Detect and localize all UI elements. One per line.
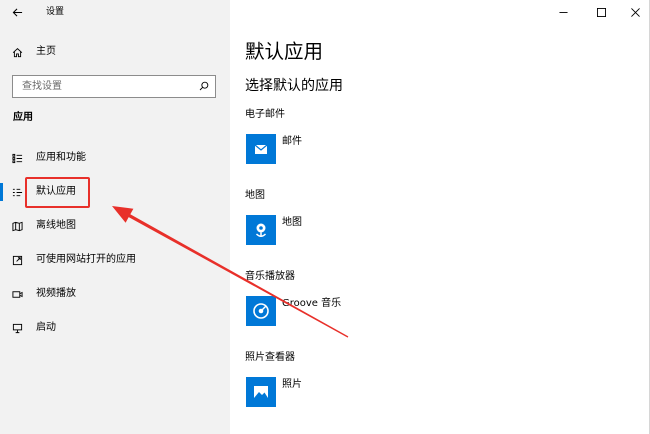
mail-icon (254, 144, 268, 154)
search-input[interactable] (13, 76, 215, 97)
default-app-email-button[interactable]: 邮件 (246, 134, 446, 164)
app-tile (246, 215, 276, 245)
startup-icon (12, 323, 23, 333)
home-icon (12, 47, 23, 57)
back-button[interactable] (7, 3, 27, 21)
sidebar: 设置 主页 应用 应用和功能 (0, 0, 230, 434)
category-photo-viewer: 照片查看器 照片 (245, 350, 635, 431)
video-playback-icon (12, 290, 23, 298)
sidebar-item-label: 可使用网站打开的应用 (36, 254, 136, 265)
window-title: 设置 (46, 7, 65, 17)
default-app-music-button[interactable]: Groove 音乐 (246, 296, 446, 326)
maps-icon (255, 223, 267, 237)
category-email: 电子邮件 邮件 (245, 107, 635, 188)
apps-for-websites-icon (12, 255, 23, 265)
search-icon[interactable] (199, 81, 209, 91)
maximize-icon (596, 7, 606, 17)
app-tile (246, 377, 276, 407)
category-music-player: 音乐播放器 Groove 音乐 (245, 269, 635, 350)
sidebar-item-label: 主页 (36, 46, 56, 57)
annotation-highlight-box (25, 177, 90, 208)
settings-window: 设置 主页 应用 应用和功能 (0, 0, 650, 434)
sidebar-item-offline-maps[interactable]: 离线地图 (0, 209, 230, 243)
search-box[interactable] (12, 75, 216, 98)
page-title: 默认应用 (245, 40, 324, 63)
app-tile (246, 134, 276, 164)
sidebar-item-label: 离线地图 (36, 220, 76, 231)
section-title: 应用 (13, 112, 33, 123)
default-apps-icon (12, 188, 23, 196)
close-button[interactable] (621, 0, 649, 24)
app-tile (246, 296, 276, 326)
sidebar-item-label: 应用和功能 (36, 152, 86, 163)
photos-icon (254, 386, 268, 398)
page-subtitle: 选择默认的应用 (245, 78, 343, 94)
app-name: 地图 (282, 217, 302, 228)
sidebar-item-home[interactable]: 主页 (0, 42, 230, 62)
offline-maps-icon (12, 221, 23, 231)
category-heading: 电子邮件 (245, 109, 285, 120)
category-maps: 地图 地图 (245, 188, 635, 269)
default-app-photos-button[interactable]: 照片 (246, 377, 446, 407)
category-heading: 音乐播放器 (245, 271, 295, 282)
category-heading: 地图 (245, 190, 265, 201)
default-app-maps-button[interactable]: 地图 (246, 215, 446, 245)
sidebar-item-label: 视频播放 (36, 288, 76, 299)
sidebar-item-video-playback[interactable]: 视频播放 (0, 277, 230, 311)
close-icon (630, 7, 640, 17)
default-app-categories: 电子邮件 邮件 地图 地图 音乐播放器 Groove 音乐 照片查看器 照片 (245, 107, 635, 431)
app-name: 邮件 (282, 136, 302, 147)
app-name: Groove 音乐 (282, 298, 342, 309)
apps-features-icon (12, 153, 23, 163)
minimize-icon (558, 11, 568, 13)
sidebar-nav-list: 应用和功能 默认应用 离线地图 可使用网站打开的应用 视频播放 启动 (0, 141, 230, 345)
sidebar-item-apps-for-websites[interactable]: 可使用网站打开的应用 (0, 243, 230, 277)
sidebar-item-label: 启动 (36, 322, 56, 333)
category-heading: 照片查看器 (245, 352, 295, 363)
minimize-button[interactable] (546, 0, 580, 24)
sidebar-item-apps-features[interactable]: 应用和功能 (0, 141, 230, 175)
groove-music-icon (253, 303, 269, 319)
app-name: 照片 (282, 379, 302, 390)
maximize-button[interactable] (584, 0, 618, 24)
main-content: 默认应用 选择默认的应用 电子邮件 邮件 地图 地图 音乐播放器 Groove … (230, 0, 650, 434)
back-arrow-icon (12, 7, 22, 17)
sidebar-item-startup[interactable]: 启动 (0, 311, 230, 345)
